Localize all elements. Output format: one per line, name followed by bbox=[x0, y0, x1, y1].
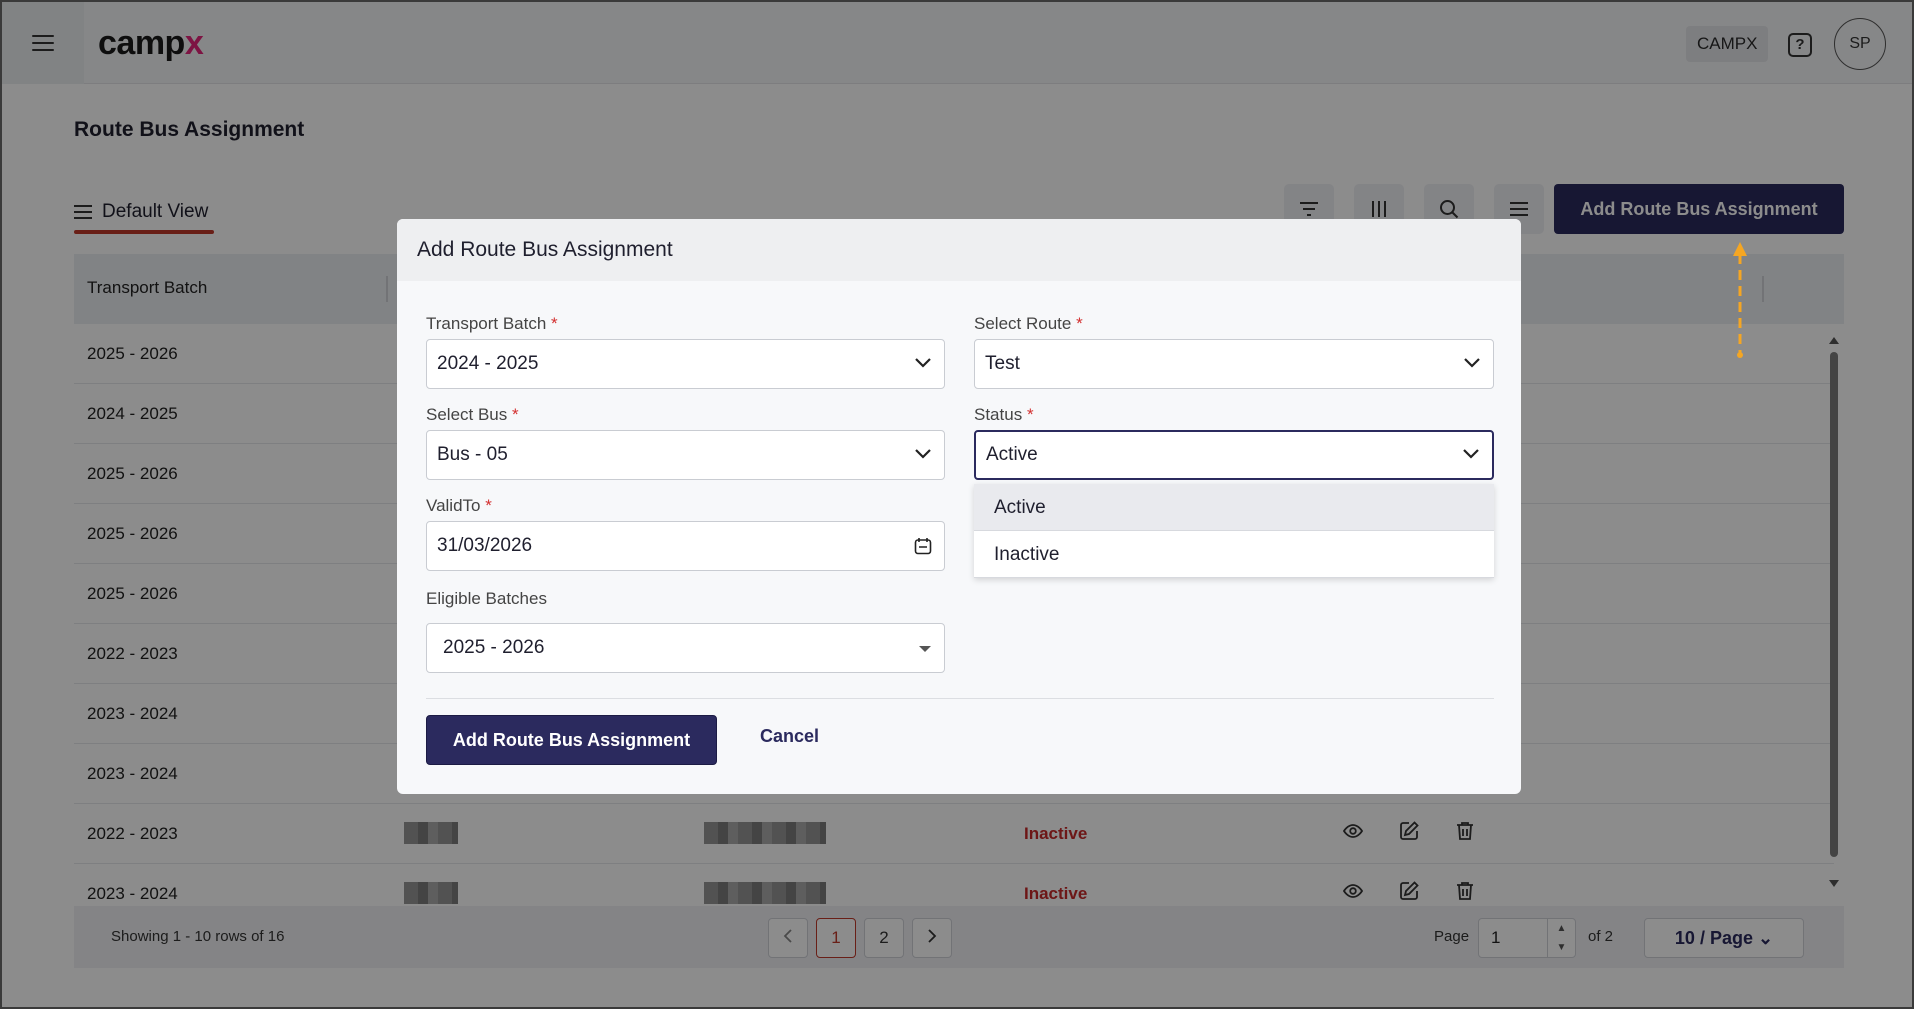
chevron-down-icon bbox=[915, 449, 931, 459]
status-dropdown-menu: Active Inactive bbox=[974, 484, 1494, 578]
eligible-batches-value: 2025 - 2026 bbox=[443, 637, 545, 658]
eligible-batches-label: Eligible Batches bbox=[426, 589, 547, 608]
app-window: campx CAMPX ? SP Route Bus Assignment De… bbox=[0, 0, 1914, 1009]
eligible-batches-select[interactable]: 2025 - 2026 bbox=[426, 623, 945, 673]
cancel-button[interactable]: Cancel bbox=[760, 726, 819, 747]
valid-to-date-input[interactable]: 31/03/2026 bbox=[426, 521, 945, 571]
bus-value: Bus - 05 bbox=[437, 444, 508, 465]
calendar-icon[interactable] bbox=[914, 537, 932, 555]
transport-batch-select[interactable]: 2024 - 2025 bbox=[426, 339, 945, 389]
caret-down-icon bbox=[919, 646, 931, 652]
status-option-inactive[interactable]: Inactive bbox=[974, 531, 1494, 578]
route-value: Test bbox=[985, 353, 1020, 374]
bus-select[interactable]: Bus - 05 bbox=[426, 430, 945, 480]
route-select[interactable]: Test bbox=[974, 339, 1494, 389]
submit-button[interactable]: Add Route Bus Assignment bbox=[426, 715, 717, 765]
valid-to-value: 31/03/2026 bbox=[437, 535, 533, 556]
transport-batch-value: 2024 - 2025 bbox=[437, 353, 539, 374]
status-select[interactable]: Active bbox=[974, 430, 1494, 480]
select-route-label: Select Route * bbox=[974, 314, 1083, 333]
select-bus-label: Select Bus * bbox=[426, 405, 519, 424]
status-option-active[interactable]: Active bbox=[974, 484, 1494, 531]
form-divider bbox=[426, 698, 1494, 699]
status-value: Active bbox=[986, 444, 1038, 465]
hint-arrow bbox=[1733, 242, 1747, 358]
status-label: Status * bbox=[974, 405, 1034, 424]
chevron-down-icon bbox=[915, 358, 931, 368]
valid-to-label: ValidTo * bbox=[426, 496, 492, 515]
chevron-down-icon bbox=[1464, 358, 1480, 368]
dialog-title: Add Route Bus Assignment bbox=[397, 219, 1521, 281]
add-route-bus-assignment-dialog: Add Route Bus Assignment Transport Batch… bbox=[397, 219, 1521, 794]
chevron-down-icon bbox=[1463, 449, 1479, 459]
transport-batch-label: Transport Batch * bbox=[426, 314, 558, 333]
